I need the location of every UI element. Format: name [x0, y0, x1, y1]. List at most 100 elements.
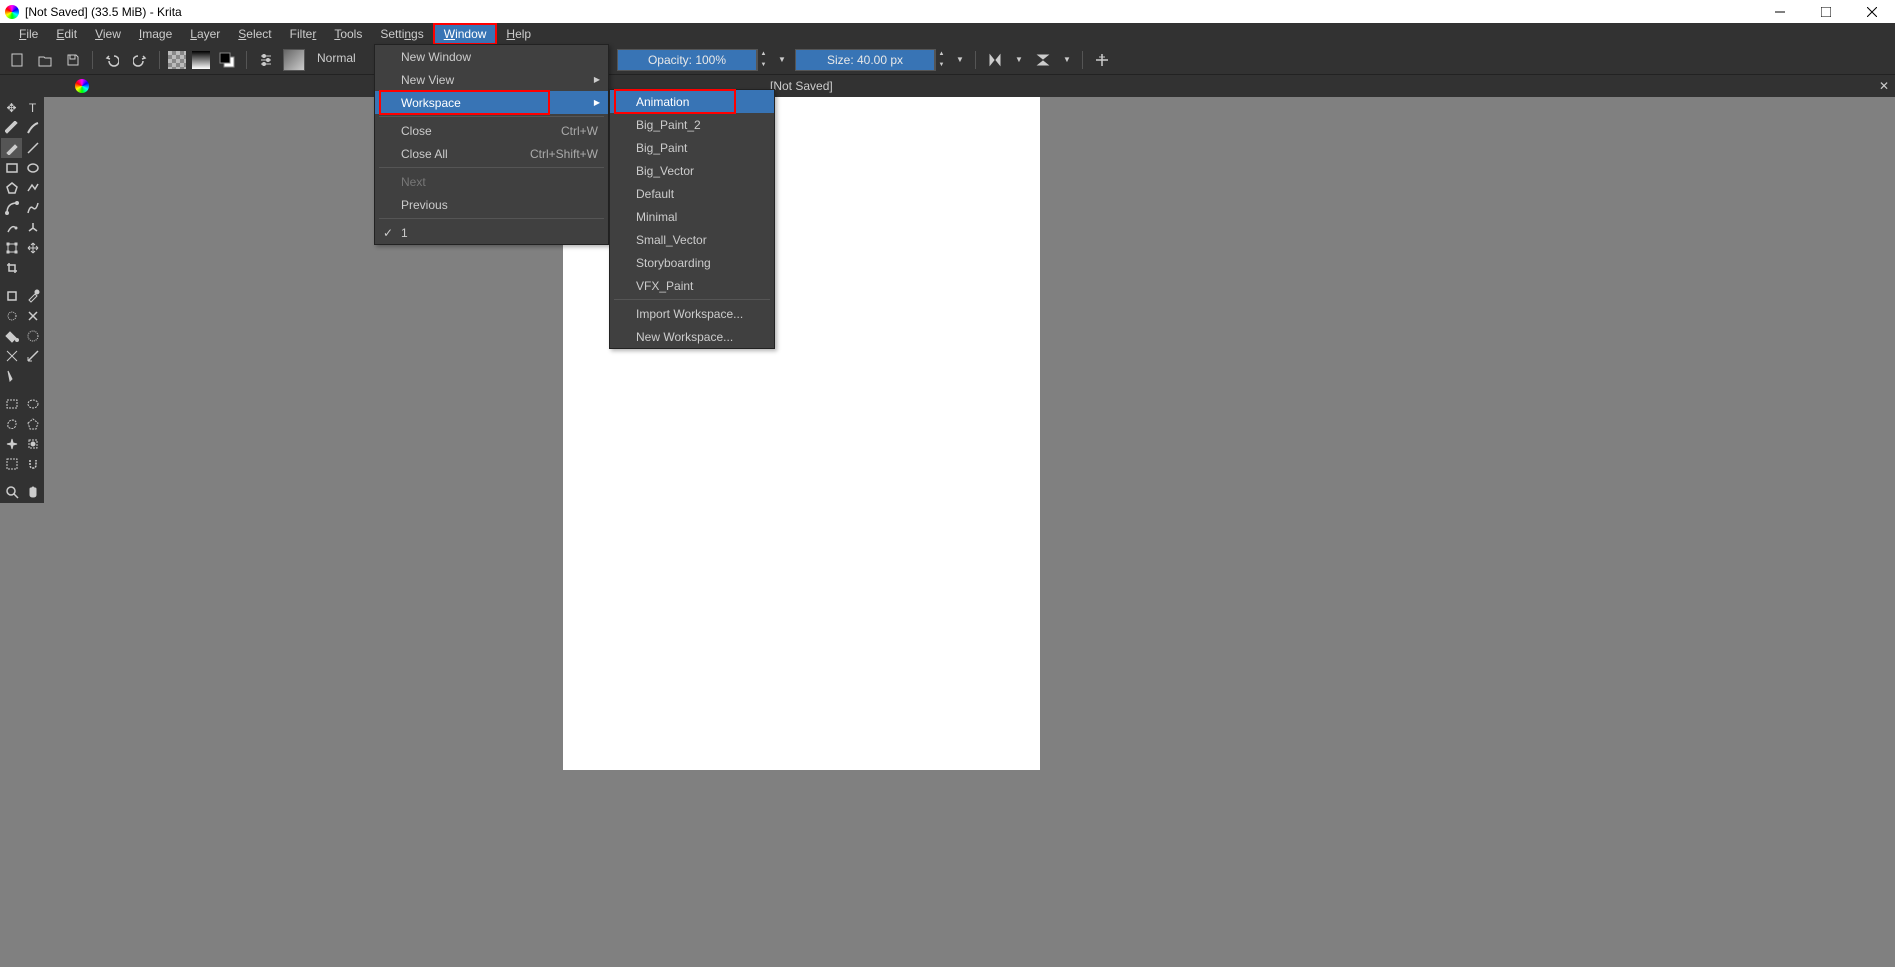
dynamic-brush-tool-icon[interactable]: [1, 218, 22, 238]
save-doc-icon[interactable]: [62, 49, 84, 71]
smart-fill-tool-icon[interactable]: [22, 306, 43, 326]
menu-new-window[interactable]: New Window: [375, 45, 608, 68]
wraparound-icon[interactable]: [1091, 49, 1113, 71]
bezier-tool-icon[interactable]: [1, 198, 22, 218]
calligraphy-tool-icon[interactable]: [22, 118, 43, 138]
mirror-h-dropdown-icon[interactable]: ▼: [1012, 49, 1026, 71]
assistant-tool-icon[interactable]: [1, 346, 22, 366]
opacity-spinner[interactable]: ▲▼: [757, 49, 769, 71]
reference-tool-icon[interactable]: [1, 366, 22, 386]
workspace-big-paint-2[interactable]: Big_Paint_2: [610, 113, 774, 136]
opacity-dropdown-icon[interactable]: ▼: [775, 49, 789, 71]
opacity-slider[interactable]: Opacity: 100%: [617, 49, 757, 71]
close-button[interactable]: [1849, 0, 1895, 23]
text-tool-icon[interactable]: T: [22, 98, 43, 118]
krita-doc-icon: [75, 79, 89, 93]
polyline-tool-icon[interactable]: [22, 178, 43, 198]
undo-icon[interactable]: [101, 49, 123, 71]
canvas-area[interactable]: [44, 97, 1895, 967]
menu-separator: [614, 299, 770, 300]
workspace-vfx-paint[interactable]: VFX_Paint: [610, 274, 774, 297]
pan-tool-icon[interactable]: [22, 482, 43, 502]
freehand-path-tool-icon[interactable]: [22, 198, 43, 218]
rect-select-tool-icon[interactable]: [1, 394, 22, 414]
menu-help[interactable]: Help: [497, 23, 540, 45]
freehand-select-tool-icon[interactable]: [1, 414, 22, 434]
color-picker-tool-icon[interactable]: [1, 286, 22, 306]
menu-tools[interactable]: Tools: [325, 23, 371, 45]
menu-layer[interactable]: Layer: [181, 23, 229, 45]
menu-image[interactable]: Image: [130, 23, 181, 45]
redo-icon[interactable]: [129, 49, 151, 71]
ellipse-select-tool-icon[interactable]: [22, 394, 43, 414]
brush-settings-icon[interactable]: [255, 49, 277, 71]
menu-edit[interactable]: Edit: [47, 23, 86, 45]
polygon-tool-icon[interactable]: [1, 178, 22, 198]
opacity-label: Opacity: 100%: [648, 53, 726, 67]
toolbar-separator: [246, 51, 247, 69]
mirror-vertical-icon[interactable]: [1032, 49, 1054, 71]
fg-bg-swatch-icon[interactable]: [216, 49, 238, 71]
menu-view[interactable]: View: [86, 23, 130, 45]
transform-tool-icon[interactable]: [1, 238, 22, 258]
workspace-big-paint[interactable]: Big_Paint: [610, 136, 774, 159]
workspace-animation[interactable]: Animation: [610, 90, 774, 113]
poly-select-tool-icon[interactable]: [22, 414, 43, 434]
menu-separator: [379, 116, 604, 117]
freehand-brush-tool-icon[interactable]: [1, 138, 22, 158]
contiguous-select-tool-icon[interactable]: [1, 434, 22, 454]
pattern-icon[interactable]: [168, 51, 186, 69]
gradient-tool-icon[interactable]: [22, 326, 43, 346]
line-tool-icon[interactable]: [22, 138, 43, 158]
fill-tool-icon[interactable]: [1, 326, 22, 346]
gradient-icon[interactable]: [192, 51, 210, 69]
brush-size-slider[interactable]: Size: 40.00 px: [795, 49, 935, 71]
mirror-horizontal-icon[interactable]: [984, 49, 1006, 71]
size-dropdown-icon[interactable]: ▼: [953, 49, 967, 71]
similar-select-tool-icon[interactable]: [22, 434, 43, 454]
workspace-minimal[interactable]: Minimal: [610, 205, 774, 228]
window-menu-dropdown: New Window New View▶ Workspace▶ CloseCtr…: [374, 44, 609, 245]
smart-patch-tool-icon[interactable]: [1, 306, 22, 326]
maximize-button[interactable]: [1803, 0, 1849, 23]
move-tool-icon[interactable]: ✥: [1, 98, 22, 118]
size-spinner[interactable]: ▲▼: [935, 49, 947, 71]
blank-tool: [22, 366, 43, 386]
tab-close-icon[interactable]: ✕: [1879, 79, 1889, 93]
open-doc-icon[interactable]: [34, 49, 56, 71]
workspace-default[interactable]: Default: [610, 182, 774, 205]
bezier-select-tool-icon[interactable]: [1, 454, 22, 474]
menu-file[interactable]: File: [10, 23, 47, 45]
workspace-new[interactable]: New Workspace...: [610, 325, 774, 348]
move-layer-tool-icon[interactable]: [22, 238, 43, 258]
workspace-small-vector[interactable]: Small_Vector: [610, 228, 774, 251]
rectangle-tool-icon[interactable]: [1, 158, 22, 178]
zoom-tool-icon[interactable]: [1, 482, 22, 502]
crop-tool-icon[interactable]: [1, 258, 22, 278]
magnetic-select-tool-icon[interactable]: [22, 454, 43, 474]
menu-select[interactable]: Select: [229, 23, 280, 45]
document-tab-label[interactable]: [Not Saved]: [770, 79, 833, 93]
menu-new-view[interactable]: New View▶: [375, 68, 608, 91]
menu-workspace[interactable]: Workspace▶: [375, 91, 608, 114]
new-doc-icon[interactable]: [6, 49, 28, 71]
workspace-big-vector[interactable]: Big_Vector: [610, 159, 774, 182]
menu-filter[interactable]: Filter: [281, 23, 326, 45]
menu-close[interactable]: CloseCtrl+W: [375, 119, 608, 142]
multibrush-tool-icon[interactable]: [22, 218, 43, 238]
minimize-button[interactable]: [1757, 0, 1803, 23]
edit-shape-tool-icon[interactable]: [1, 118, 22, 138]
ellipse-tool-icon[interactable]: [22, 158, 43, 178]
menu-separator: [379, 218, 604, 219]
menu-window[interactable]: Window: [433, 23, 498, 45]
menu-close-all[interactable]: Close AllCtrl+Shift+W: [375, 142, 608, 165]
workspace-storyboarding[interactable]: Storyboarding: [610, 251, 774, 274]
brush-preset-icon[interactable]: [283, 49, 305, 71]
measure-tool-icon[interactable]: [22, 346, 43, 366]
mirror-v-dropdown-icon[interactable]: ▼: [1060, 49, 1074, 71]
menu-previous[interactable]: Previous: [375, 193, 608, 216]
workspace-import[interactable]: Import Workspace...: [610, 302, 774, 325]
menu-settings[interactable]: Settings: [371, 23, 432, 45]
menu-doc-1[interactable]: ✓1: [375, 221, 608, 244]
eyedropper-tool-icon[interactable]: [22, 286, 43, 306]
